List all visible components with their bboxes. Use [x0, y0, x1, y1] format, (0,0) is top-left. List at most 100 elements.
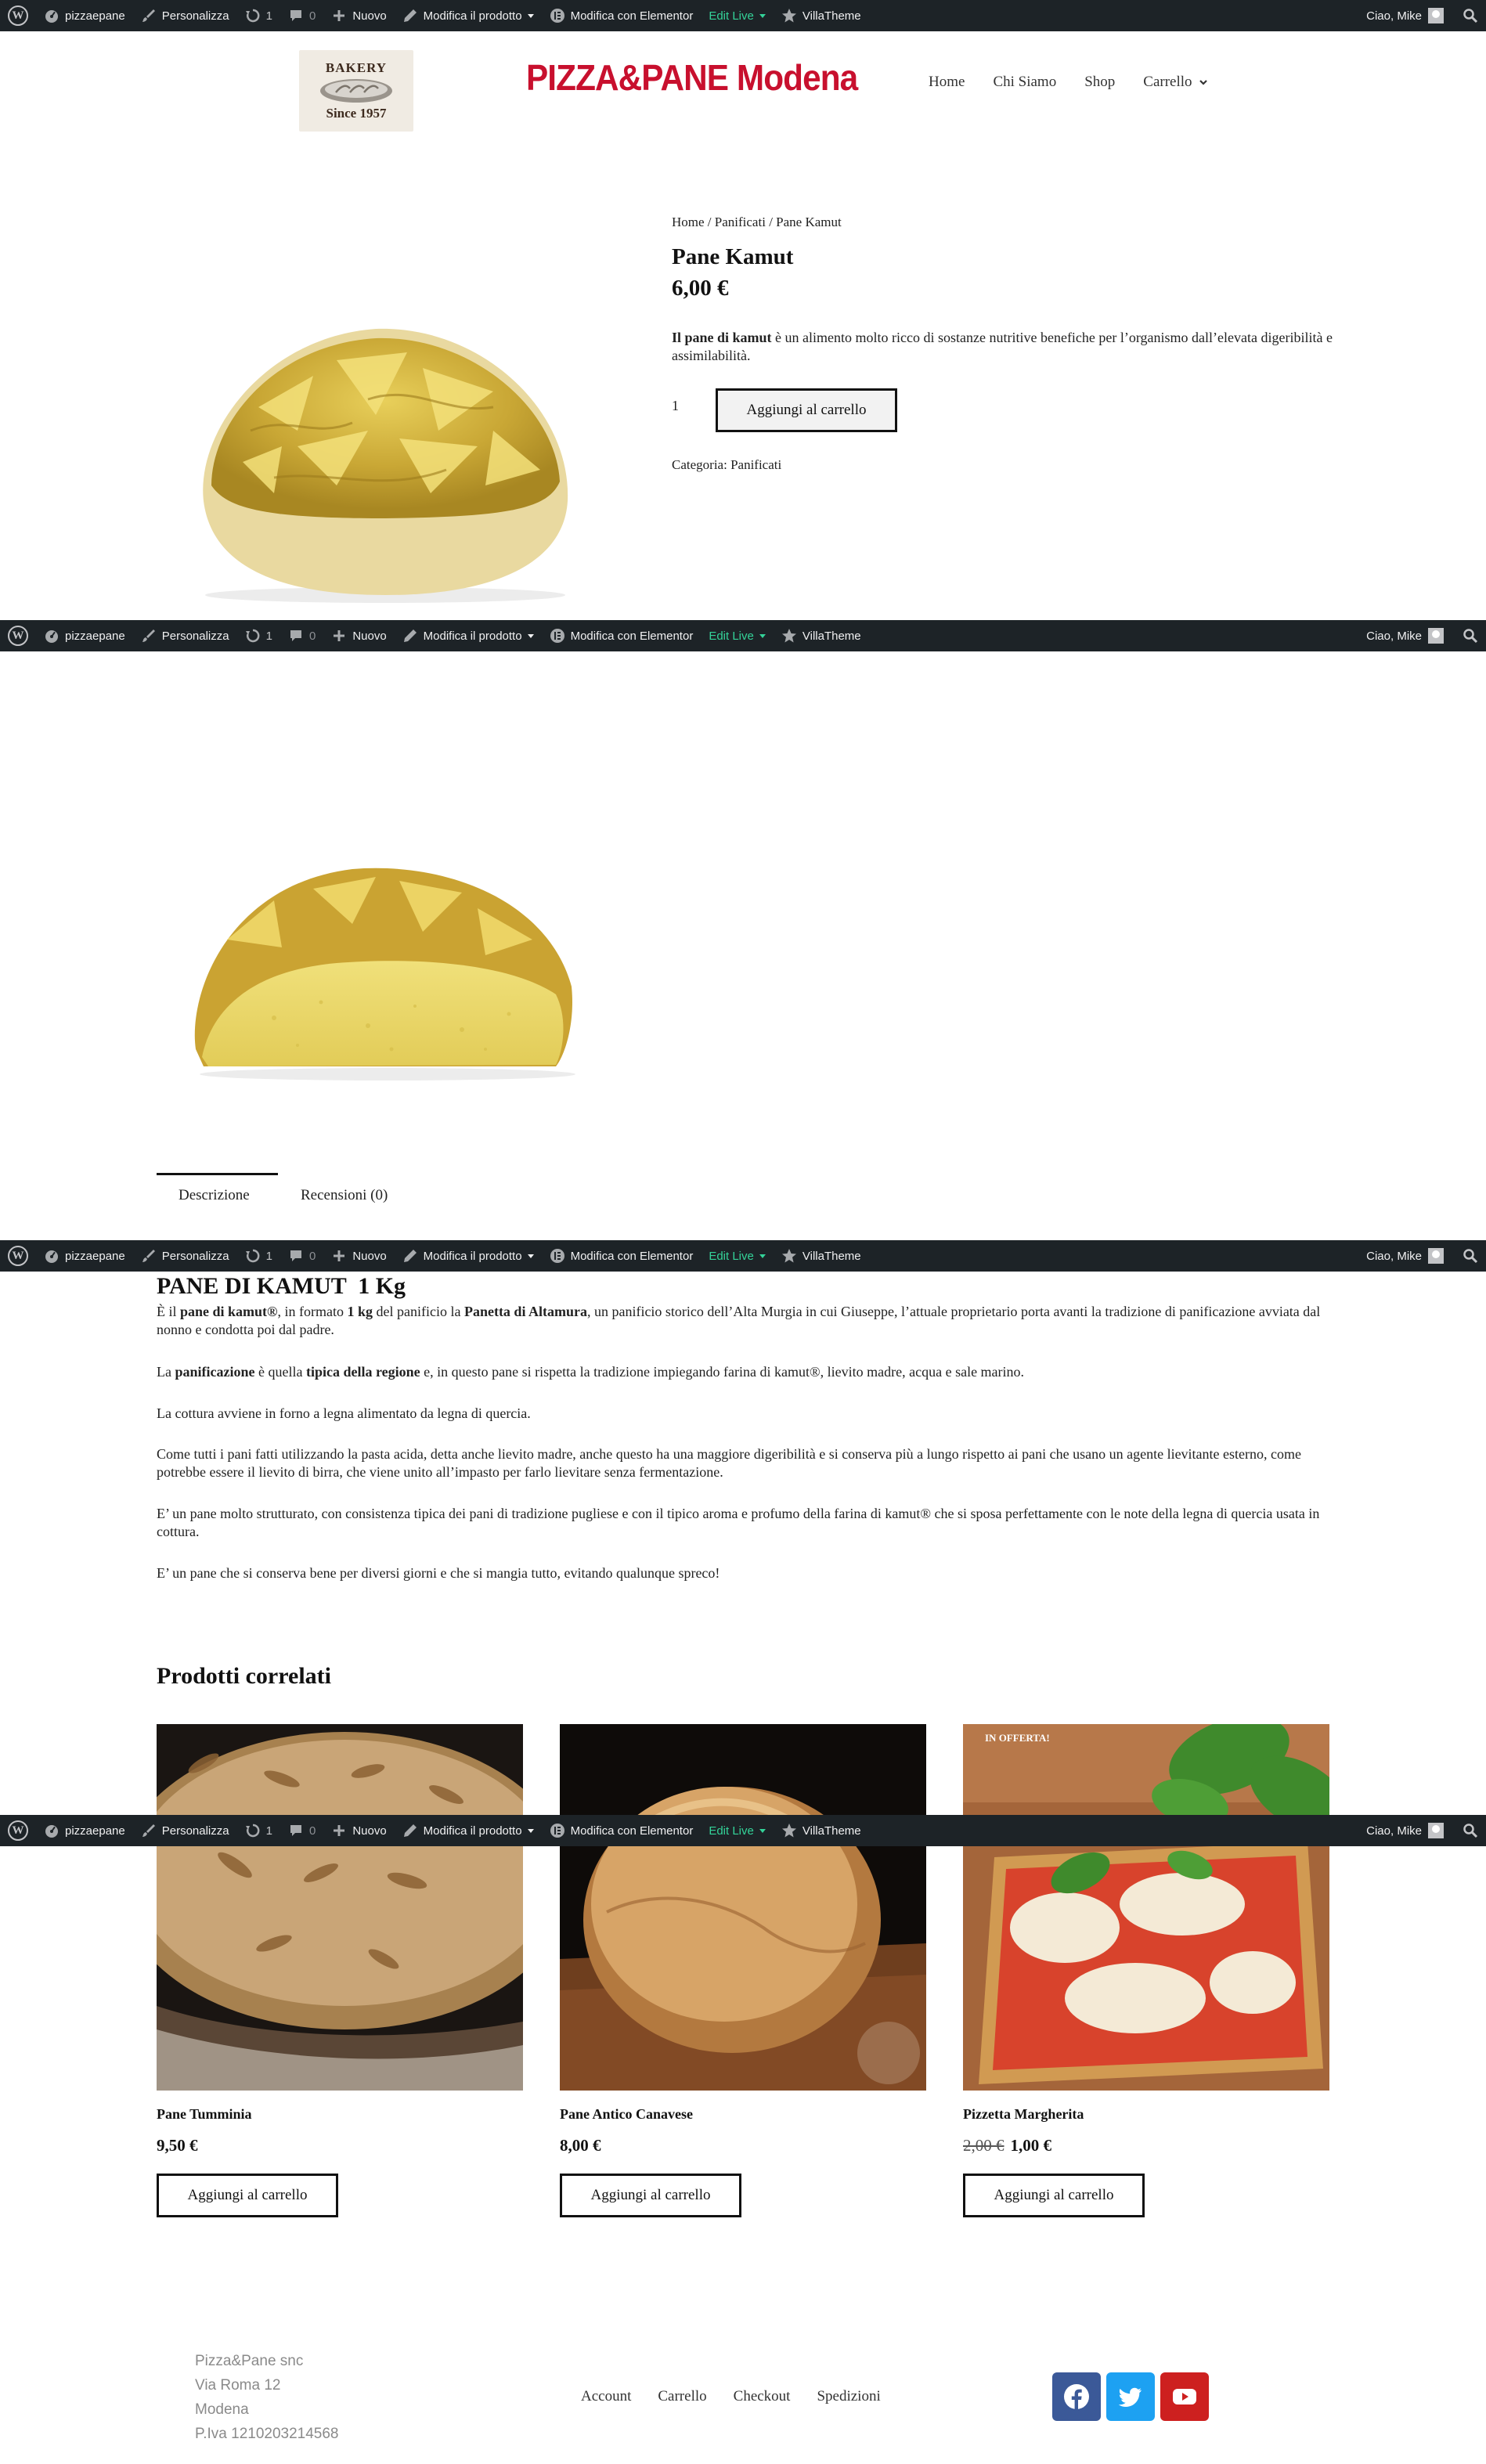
- edit-live-menu[interactable]: Edit Live: [701, 1240, 774, 1272]
- nav-chi-siamo[interactable]: Chi Siamo: [993, 74, 1056, 91]
- related-product-image[interactable]: [963, 1724, 1329, 2091]
- wordpress-logo-button[interactable]: W: [0, 0, 36, 31]
- updates-button[interactable]: 1: [237, 1240, 280, 1272]
- updates-button[interactable]: 1: [237, 620, 280, 651]
- comments-count: 0: [308, 1824, 316, 1838]
- customize-button[interactable]: Personalizza: [133, 1815, 237, 1846]
- site-name-menu[interactable]: pizzaepane: [36, 1240, 133, 1272]
- footer-link-account[interactable]: Account: [581, 2388, 631, 2405]
- updates-button[interactable]: 1: [237, 1815, 280, 1846]
- wordpress-icon: W: [8, 1246, 28, 1266]
- edit-product-label: Modifica il prodotto: [423, 1249, 522, 1263]
- tab-descrizione[interactable]: Descrizione: [179, 1187, 250, 1204]
- product-category: Categoria: Panificati: [672, 457, 781, 473]
- related-add-to-cart-button[interactable]: Aggiungi al carrello: [560, 2174, 741, 2217]
- star-icon: [781, 1248, 797, 1264]
- search-icon[interactable]: [1463, 1248, 1478, 1264]
- wordpress-icon: W: [8, 1820, 28, 1841]
- related-product-name[interactable]: Pizzetta Margherita: [963, 2106, 1084, 2123]
- site-title[interactable]: PIZZA&PANE Modena: [526, 56, 858, 99]
- search-icon[interactable]: [1463, 628, 1478, 644]
- elementor-icon: [550, 1248, 565, 1264]
- pencil-icon: [402, 1248, 418, 1264]
- footer-link-spedizioni[interactable]: Spedizioni: [817, 2388, 880, 2405]
- site-name-menu[interactable]: pizzaepane: [36, 0, 133, 31]
- youtube-button[interactable]: [1160, 2372, 1209, 2421]
- new-content-button[interactable]: Nuovo: [323, 620, 394, 651]
- nav-shop[interactable]: Shop: [1084, 74, 1115, 91]
- new-content-button[interactable]: Nuovo: [323, 0, 394, 31]
- edit-product-menu[interactable]: Modifica il prodotto: [395, 1240, 542, 1272]
- elementor-button[interactable]: Modifica con Elementor: [542, 1240, 702, 1272]
- site-name-menu[interactable]: pizzaepane: [36, 1815, 133, 1846]
- villatheme-menu[interactable]: VillaTheme: [774, 1240, 869, 1272]
- customize-button[interactable]: Personalizza: [133, 620, 237, 651]
- comments-button[interactable]: 0: [280, 1240, 323, 1272]
- new-content-button[interactable]: Nuovo: [323, 1240, 394, 1272]
- related-product-price: 2,00 € 1,00 €: [963, 2136, 1051, 2156]
- footer-link-checkout[interactable]: Checkout: [734, 2388, 791, 2405]
- desc-bold: tipica della regione: [305, 1364, 420, 1380]
- site-logo[interactable]: BAKERY Since 1957: [299, 50, 413, 132]
- pencil-icon: [402, 1823, 418, 1838]
- new-content-button[interactable]: Nuovo: [323, 1815, 394, 1846]
- footer-link-carrello[interactable]: Carrello: [658, 2388, 706, 2405]
- desc-bold: 1 kg: [347, 1304, 373, 1319]
- category-link[interactable]: Panificati: [730, 457, 781, 472]
- wordpress-logo-button[interactable]: W: [0, 620, 36, 651]
- site-name-label: pizzaepane: [65, 1249, 125, 1263]
- tab-recensioni[interactable]: Recensioni (0): [301, 1187, 388, 1204]
- nav-home[interactable]: Home: [929, 74, 965, 91]
- related-product-image[interactable]: [560, 1724, 926, 2091]
- twitter-button[interactable]: [1106, 2372, 1155, 2421]
- related-add-to-cart-button[interactable]: Aggiungi al carrello: [963, 2174, 1145, 2217]
- comments-button[interactable]: 0: [280, 1815, 323, 1846]
- related-product-name[interactable]: Pane Antico Canavese: [560, 2106, 693, 2123]
- main-navigation: Home Chi Siamo Shop Carrello: [929, 74, 1208, 91]
- villatheme-menu[interactable]: VillaTheme: [774, 0, 869, 31]
- pencil-icon: [402, 8, 418, 23]
- facebook-icon: [1064, 2384, 1089, 2409]
- search-icon[interactable]: [1463, 1823, 1478, 1838]
- customize-button[interactable]: Personalizza: [133, 1240, 237, 1272]
- wordpress-logo-button[interactable]: W: [0, 1815, 36, 1846]
- breadcrumb-category[interactable]: Panificati: [715, 215, 766, 229]
- account-menu[interactable]: Ciao, Mike: [1358, 0, 1452, 31]
- edit-product-menu[interactable]: Modifica il prodotto: [395, 1815, 542, 1846]
- related-product-name[interactable]: Pane Tumminia: [157, 2106, 252, 2123]
- account-menu[interactable]: Ciao, Mike: [1358, 620, 1452, 651]
- search-icon[interactable]: [1463, 8, 1478, 23]
- comments-count: 0: [308, 629, 316, 643]
- elementor-button[interactable]: Modifica con Elementor: [542, 1815, 702, 1846]
- site-name-menu[interactable]: pizzaepane: [36, 620, 133, 651]
- facebook-button[interactable]: [1052, 2372, 1101, 2421]
- comments-button[interactable]: 0: [280, 0, 323, 31]
- breadcrumb-home[interactable]: Home: [672, 215, 705, 229]
- account-menu[interactable]: Ciao, Mike: [1358, 1815, 1452, 1846]
- edit-product-menu[interactable]: Modifica il prodotto: [395, 0, 542, 31]
- villatheme-menu[interactable]: VillaTheme: [774, 620, 869, 651]
- related-product-image[interactable]: [157, 1724, 523, 2091]
- account-menu[interactable]: Ciao, Mike: [1358, 1240, 1452, 1272]
- sale-badge: IN OFFERTA!: [985, 1732, 1050, 1744]
- add-to-cart-button[interactable]: Aggiungi al carrello: [716, 388, 897, 432]
- customize-button[interactable]: Personalizza: [133, 0, 237, 31]
- edit-product-menu[interactable]: Modifica il prodotto: [395, 620, 542, 651]
- greeting-label: Ciao, Mike: [1366, 629, 1422, 643]
- villatheme-menu[interactable]: VillaTheme: [774, 1815, 869, 1846]
- quantity-input[interactable]: 1: [672, 398, 711, 414]
- elementor-button[interactable]: Modifica con Elementor: [542, 620, 702, 651]
- brush-icon: [141, 8, 157, 23]
- updates-button[interactable]: 1: [237, 0, 280, 31]
- nav-carrello[interactable]: Carrello: [1143, 74, 1207, 91]
- edit-live-menu[interactable]: Edit Live: [701, 620, 774, 651]
- wordpress-logo-button[interactable]: W: [0, 1240, 36, 1272]
- product-image-main[interactable]: [180, 313, 587, 611]
- comments-button[interactable]: 0: [280, 620, 323, 651]
- edit-live-menu[interactable]: Edit Live: [701, 1815, 774, 1846]
- updates-icon: [245, 8, 261, 23]
- product-image-secondary[interactable]: [180, 853, 587, 1088]
- edit-live-menu[interactable]: Edit Live: [701, 0, 774, 31]
- related-add-to-cart-button[interactable]: Aggiungi al carrello: [157, 2174, 338, 2217]
- elementor-button[interactable]: Modifica con Elementor: [542, 0, 702, 31]
